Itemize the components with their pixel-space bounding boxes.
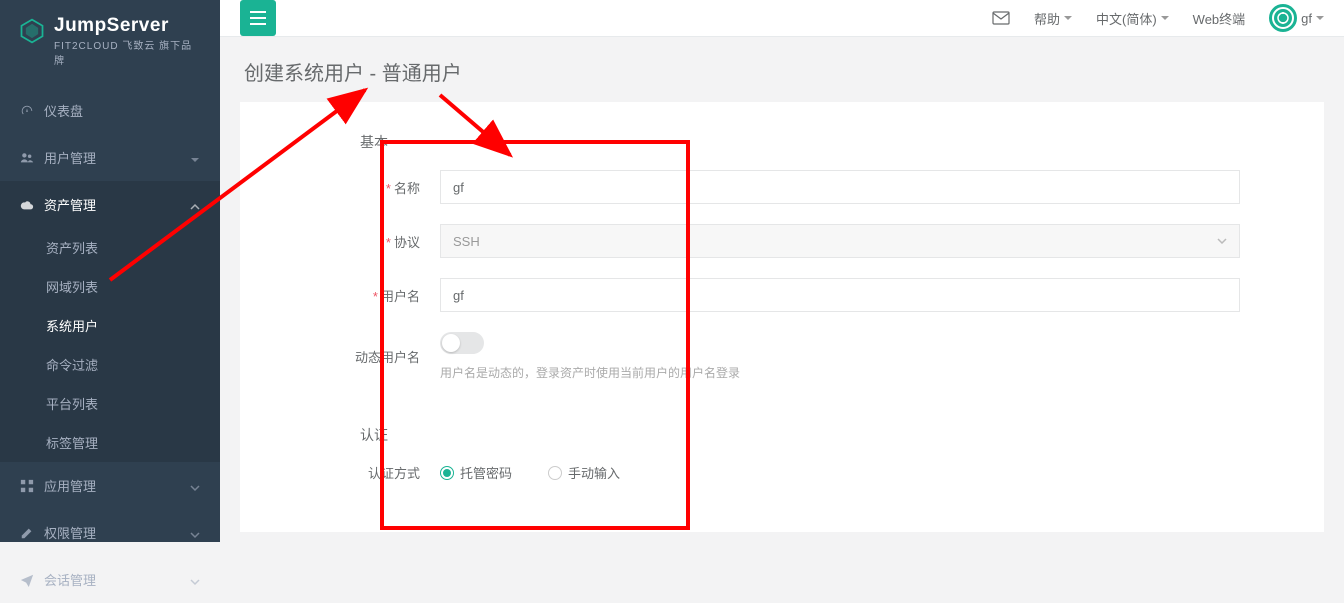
protocol-select[interactable]: SSH <box>440 224 1240 258</box>
chevron-down-icon <box>1064 16 1072 21</box>
chevron-down-icon <box>190 575 200 585</box>
logo-title: JumpServer <box>54 15 202 37</box>
username-label: *用户名 <box>280 286 440 305</box>
topbar: 帮助 中文(简体) Web终端 gf <box>220 0 1344 37</box>
radio-label: 手动输入 <box>568 463 620 482</box>
chevron-down-icon <box>1161 16 1169 21</box>
radio-icon <box>548 466 562 480</box>
protocol-label: *协议 <box>280 232 440 251</box>
auth-method-manual-radio[interactable]: 手动输入 <box>548 463 620 482</box>
name-input[interactable] <box>440 170 1240 204</box>
logo-area: JumpServer FIT2CLOUD 飞致云 旗下品牌 <box>0 0 220 77</box>
user-name-label: gf <box>1301 11 1312 26</box>
sidebar-item-apps[interactable]: 应用管理 <box>0 462 220 509</box>
lang-label: 中文(简体) <box>1096 9 1157 28</box>
edit-icon <box>20 526 34 540</box>
chevron-down-icon <box>190 528 200 538</box>
submenu-item-domain-list[interactable]: 网域列表 <box>0 267 220 306</box>
chevron-down-icon <box>1217 238 1227 244</box>
mail-icon-button[interactable] <box>992 11 1010 25</box>
submenu-item-system-user[interactable]: 系统用户 <box>0 306 220 345</box>
submenu-item-platform-list[interactable]: 平台列表 <box>0 384 220 423</box>
sidebar-item-users[interactable]: 用户管理 <box>0 134 220 181</box>
grid-icon <box>20 479 34 493</box>
dynamic-username-label: 动态用户名 <box>280 347 440 366</box>
web-terminal-link[interactable]: Web终端 <box>1193 9 1246 28</box>
chevron-up-icon <box>190 200 200 210</box>
nav-label: 用户管理 <box>44 148 96 167</box>
nav-label: 应用管理 <box>44 476 96 495</box>
section-basic-title: 基本 <box>280 122 1284 170</box>
send-icon <box>20 573 34 587</box>
auth-method-label: 认证方式 <box>280 463 440 482</box>
dashboard-icon <box>20 104 34 118</box>
dynamic-username-toggle[interactable] <box>440 332 484 354</box>
section-auth-title: 认证 <box>280 401 1284 463</box>
sidebar-toggle-button[interactable] <box>240 0 276 36</box>
radio-icon <box>440 466 454 480</box>
sidebar-item-sessions[interactable]: 会话管理 <box>0 556 220 603</box>
radio-label: 托管密码 <box>460 463 512 482</box>
chevron-down-icon <box>1316 16 1324 21</box>
nav-label: 仪表盘 <box>44 101 83 120</box>
protocol-value: SSH <box>453 234 480 249</box>
logo-subtitle: FIT2CLOUD 飞致云 旗下品牌 <box>54 37 202 67</box>
nav-label: 权限管理 <box>44 523 96 542</box>
help-label: 帮助 <box>1034 9 1060 28</box>
dynamic-username-help: 用户名是动态的，登录资产时使用当前用户的用户名登录 <box>440 364 1240 381</box>
sidebar-submenu-assets: 资产列表 网域列表 系统用户 命令过滤 平台列表 标签管理 <box>0 228 220 462</box>
logo-icon <box>18 17 46 45</box>
chevron-down-icon <box>190 153 200 163</box>
submenu-item-asset-list[interactable]: 资产列表 <box>0 228 220 267</box>
sidebar-item-perms[interactable]: 权限管理 <box>0 509 220 556</box>
lang-dropdown[interactable]: 中文(简体) <box>1096 9 1169 28</box>
help-dropdown[interactable]: 帮助 <box>1034 9 1072 28</box>
user-menu[interactable]: gf <box>1269 4 1324 32</box>
sidebar-item-assets[interactable]: 资产管理 <box>0 181 220 228</box>
chevron-down-icon <box>190 481 200 491</box>
nav-label: 会话管理 <box>44 570 96 589</box>
auth-method-managed-radio[interactable]: 托管密码 <box>440 463 512 482</box>
submenu-item-command-filter[interactable]: 命令过滤 <box>0 345 220 384</box>
nav-label: 资产管理 <box>44 195 96 214</box>
submenu-item-label-mgmt[interactable]: 标签管理 <box>0 423 220 462</box>
users-icon <box>20 151 34 165</box>
form-panel: 基本 *名称 *协议 SSH *用户名 <box>240 102 1324 532</box>
sidebar: JumpServer FIT2CLOUD 飞致云 旗下品牌 仪表盘 用户管理 资… <box>0 0 220 542</box>
main-content: 帮助 中文(简体) Web终端 gf 创建系统用户 - 普通用户 <box>220 0 1344 542</box>
username-input[interactable] <box>440 278 1240 312</box>
sidebar-item-dashboard[interactable]: 仪表盘 <box>0 87 220 134</box>
name-label: *名称 <box>280 178 440 197</box>
cloud-icon <box>20 198 34 212</box>
page-title: 创建系统用户 - 普通用户 <box>220 37 1344 102</box>
user-avatar-icon <box>1269 4 1297 32</box>
